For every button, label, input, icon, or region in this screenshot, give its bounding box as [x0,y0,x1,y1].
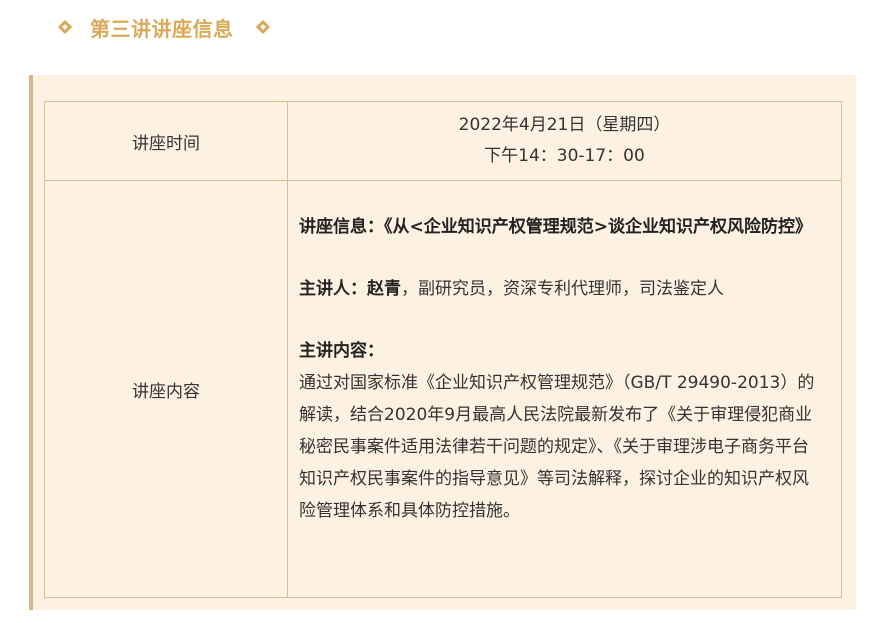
lecture-info-panel: 讲座时间 2022年4月21日（星期四） 下午14：30-17：00 讲座内容 … [29,75,856,610]
date-text: 2022年4月21日（星期四） [458,115,671,135]
speaker-info: 主讲人：赵青，副研究员，资深专利代理师，司法鉴定人 [299,273,819,305]
time-label: 讲座时间 [44,101,288,181]
content-text: 通过对国家标准《企业知识产权管理规范》（GB/T 29490-2013）的解读，… [299,373,815,521]
diamond-icon [255,19,270,35]
content-heading: 主讲内容： [299,341,384,361]
speaker-desc: ，副研究员，资深专利代理师，司法鉴定人 [401,279,724,299]
lecture-info-title: 《从<企业知识产权管理规范>谈企业知识产权风险防控》 [384,217,812,237]
content-row: 讲座内容 讲座信息：《从<企业知识产权管理规范>谈企业知识产权风险防控》 主讲人… [44,180,842,598]
diamond-icon [57,19,73,35]
time-row: 讲座时间 2022年4月21日（星期四） 下午14：30-17：00 [44,101,842,181]
speaker-label: 主讲人： [299,279,367,299]
time-value: 2022年4月21日（星期四） 下午14：30-17：00 [287,101,842,181]
hours-text: 下午14：30-17：00 [484,146,645,166]
lecture-info-label: 讲座信息： [299,217,384,237]
section-title: 第三讲讲座信息 [90,16,234,41]
section-header: 第三讲讲座信息 [54,10,270,44]
lecture-info-table: 讲座时间 2022年4月21日（星期四） 下午14：30-17：00 讲座内容 … [44,101,842,598]
lecture-info: 讲座信息：《从<企业知识产权管理规范>谈企业知识产权风险防控》 [299,211,819,243]
speaker-name: 赵青 [367,279,401,299]
content-label: 讲座内容 [44,180,288,598]
content-value: 讲座信息：《从<企业知识产权管理规范>谈企业知识产权风险防控》 主讲人：赵青，副… [287,180,842,598]
